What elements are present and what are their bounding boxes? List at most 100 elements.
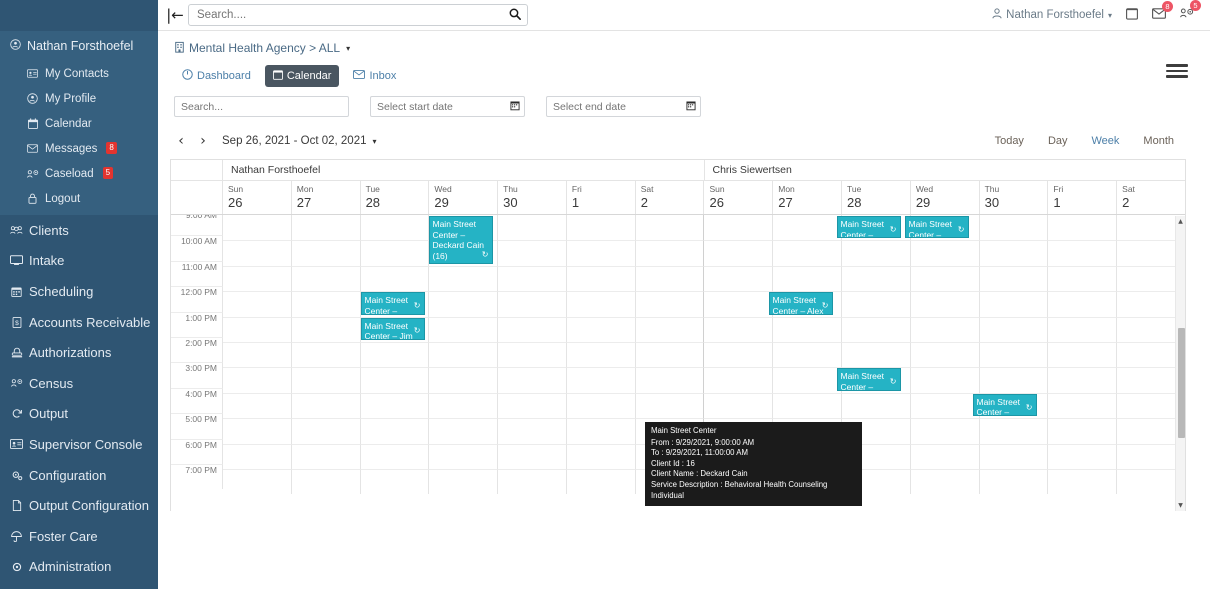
calendar-icon[interactable] [682, 100, 700, 114]
time-slot-cell[interactable] [979, 367, 1049, 393]
time-slot-cell[interactable] [566, 341, 636, 368]
time-slot-cell[interactable] [910, 316, 980, 342]
time-slot-cell[interactable] [910, 265, 980, 292]
time-slot-cell[interactable] [1048, 265, 1118, 292]
time-slot-cell[interactable] [223, 392, 292, 419]
time-slot-cell[interactable] [1048, 443, 1118, 469]
time-slot-cell[interactable] [498, 215, 567, 241]
time-slot-cell[interactable] [1048, 468, 1118, 495]
calendar-event[interactable]: Main Street Center – Alex ↻ [768, 292, 833, 315]
day-header-cell[interactable]: Thu 30 [980, 181, 1049, 214]
time-slot-cell[interactable] [429, 418, 499, 444]
time-slot-cell[interactable] [979, 240, 1049, 266]
sidebar-item-my-contacts[interactable]: My Contacts [0, 61, 158, 86]
time-slot-cell[interactable] [1048, 215, 1118, 241]
time-slot-cell[interactable] [704, 392, 774, 419]
time-slot-cell[interactable] [566, 265, 636, 292]
time-slot-cell[interactable] [360, 341, 430, 368]
time-slot-cell[interactable] [910, 240, 980, 266]
time-slot-cell[interactable] [773, 316, 843, 342]
time-slot-cell[interactable] [979, 291, 1049, 317]
calendar-event[interactable]: Main Street Center – James ↻ [836, 368, 901, 391]
time-slot-cell[interactable] [566, 240, 636, 266]
sidebar-item-authorizations[interactable]: Authorizations [0, 337, 158, 368]
calendar-event[interactable]: Main Street Center – Sarah ↻ [904, 216, 969, 239]
time-slot-cell[interactable] [291, 392, 361, 419]
end-date-field[interactable] [546, 96, 701, 117]
time-slot-cell[interactable] [566, 291, 636, 317]
sidebar-item-output[interactable]: Output [0, 399, 158, 430]
resource-header-nathan[interactable]: Nathan Forsthoefel [223, 160, 705, 180]
time-slot-cell[interactable] [566, 468, 636, 495]
time-slot-cell[interactable] [429, 316, 499, 342]
time-slot-cell[interactable] [498, 316, 567, 342]
time-slot-cell[interactable] [635, 392, 705, 419]
day-header-cell[interactable]: Mon 27 [292, 181, 361, 214]
time-slot-cell[interactable] [635, 240, 705, 266]
time-slot-cell[interactable] [773, 367, 843, 393]
time-slot-cell[interactable] [704, 265, 774, 292]
day-header-cell[interactable]: Tue 28 [842, 181, 911, 214]
sidebar-item-intake[interactable]: Intake [0, 246, 158, 277]
time-slot-cell[interactable] [704, 316, 774, 342]
sidebar-item-foster-care[interactable]: Foster Care [0, 521, 158, 552]
tab-calendar[interactable]: Calendar [264, 65, 340, 87]
time-slot-cell[interactable] [773, 341, 843, 368]
time-slot-cell[interactable] [498, 367, 567, 393]
time-slot-cell[interactable] [567, 215, 636, 241]
time-slot-cell[interactable] [980, 215, 1049, 241]
sidebar-item-administration[interactable]: Administration [0, 552, 158, 583]
calendar-event[interactable]: Main Street Center – Sarah ↻ [360, 292, 425, 315]
time-slot-cell[interactable] [292, 215, 361, 241]
time-slot-cell[interactable] [223, 443, 292, 469]
day-header-cell[interactable]: Sun 26 [223, 181, 292, 214]
time-slot-cell[interactable] [291, 240, 361, 266]
time-slot-cell[interactable] [1048, 367, 1118, 393]
time-slot-cell[interactable] [1048, 418, 1118, 444]
time-slot-cell[interactable] [498, 341, 567, 368]
time-slot-cell[interactable] [635, 291, 705, 317]
time-slot-cell[interactable] [360, 418, 430, 444]
time-slot-cell[interactable] [498, 291, 567, 317]
messages-icon[interactable]: 8 [1152, 0, 1173, 23]
chevron-down-icon[interactable]: ▾ [373, 137, 377, 146]
time-slot-cell[interactable] [910, 291, 980, 317]
sidebar-item-logout[interactable]: Logout [0, 186, 158, 211]
time-slot-cell[interactable] [429, 265, 499, 292]
time-slot-cell[interactable] [223, 418, 292, 444]
time-slot-cell[interactable] [566, 392, 636, 419]
day-header-cell[interactable]: Mon 27 [773, 181, 843, 214]
time-slot-cell[interactable] [429, 468, 499, 495]
time-slot-cell[interactable] [223, 341, 292, 368]
time-slot-cell[interactable] [291, 367, 361, 393]
time-slot-cell[interactable] [842, 341, 911, 368]
time-slot-cell[interactable] [291, 291, 361, 317]
time-slot-cell[interactable] [704, 367, 774, 393]
time-slot-cell[interactable] [635, 265, 705, 292]
time-slot-cell[interactable] [1048, 341, 1118, 368]
sidebar-item-configuration[interactable]: Configuration [0, 460, 158, 491]
time-slot-cell[interactable] [704, 341, 774, 368]
calendar-scrollbar[interactable]: ▲ ▼ [1175, 216, 1185, 511]
time-slot-cell[interactable] [566, 443, 636, 469]
time-slot-cell[interactable] [910, 468, 980, 495]
view-month-button[interactable]: Month [1131, 133, 1186, 149]
calendar-icon[interactable] [1126, 7, 1138, 24]
time-slot-cell[interactable] [429, 367, 499, 393]
time-slot-cell[interactable] [704, 215, 774, 241]
time-slot-cell[interactable] [910, 341, 980, 368]
time-slot-cell[interactable] [910, 367, 980, 393]
time-slot-cell[interactable] [910, 443, 980, 469]
day-header-cell[interactable]: Fri 1 [1048, 181, 1118, 214]
time-slot-cell[interactable] [979, 443, 1049, 469]
time-slot-cell[interactable] [223, 367, 292, 393]
time-slot-cell[interactable] [360, 443, 430, 469]
user-menu[interactable]: Nathan Forsthoefel ▾ [992, 8, 1112, 22]
day-header-cell[interactable]: Sat 2 [636, 181, 705, 214]
calendar-event[interactable]: Main Street Center – Chuck ↻ [972, 393, 1037, 417]
day-header-cell[interactable]: Sun 26 [704, 181, 774, 214]
sidebar-item-scheduling[interactable]: Scheduling [0, 276, 158, 307]
time-slot-cell[interactable] [979, 468, 1049, 495]
sidebar-item-census[interactable]: Census [0, 368, 158, 399]
calendar-event[interactable]: Main Street Center – Deckard Cain (16) B… [428, 216, 493, 264]
